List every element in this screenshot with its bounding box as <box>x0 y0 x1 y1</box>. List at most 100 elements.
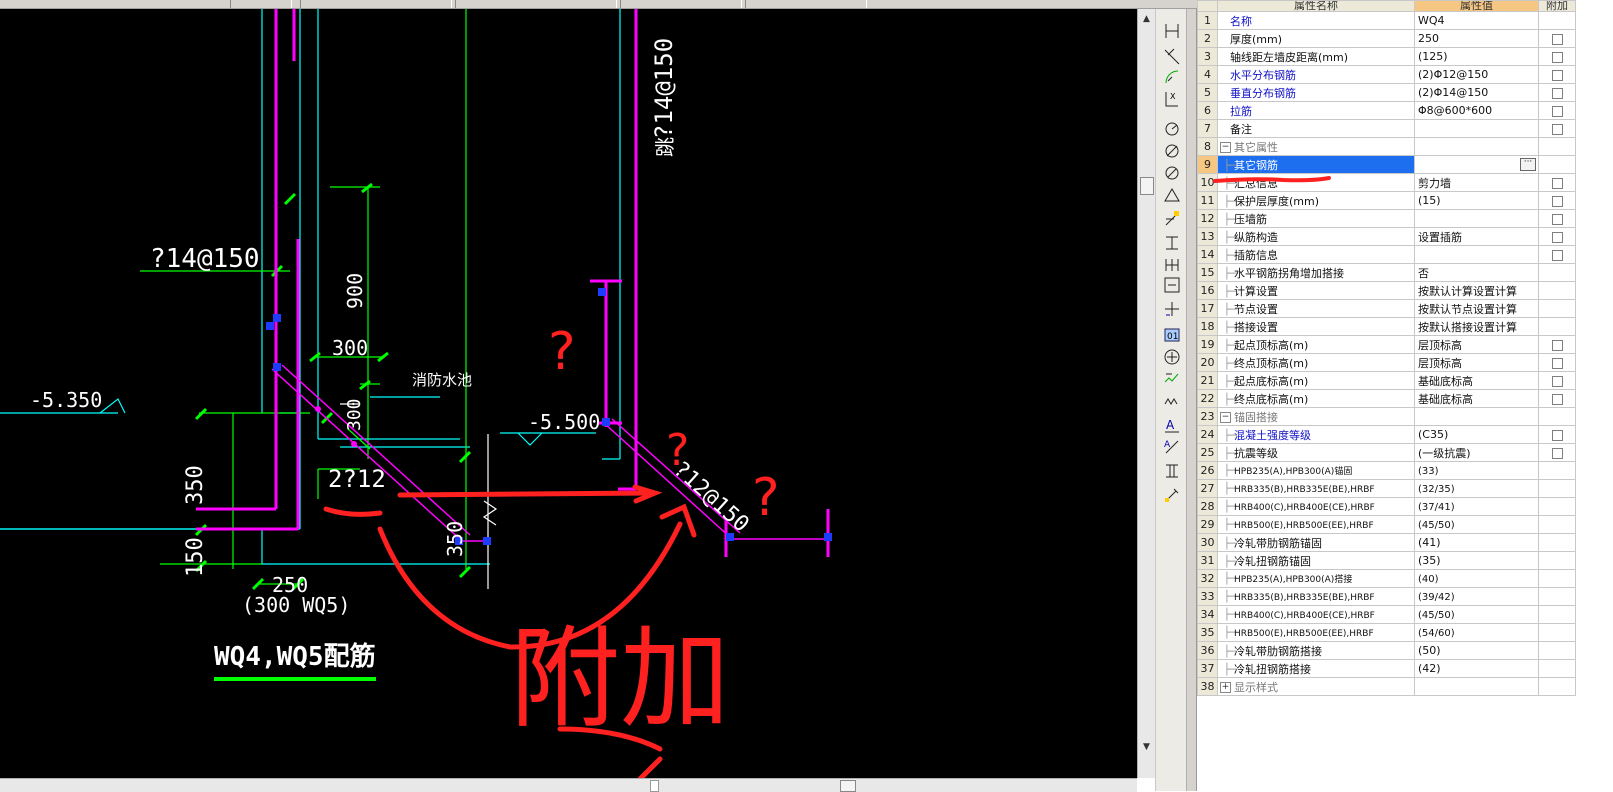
dim-baseline-icon[interactable] <box>1162 233 1182 253</box>
attach-checkbox[interactable] <box>1551 33 1563 45</box>
property-name-cell[interactable]: 水平分布钢筋 <box>1217 65 1415 84</box>
property-name-cell[interactable]: ├─混凝土强度等级 <box>1217 425 1415 444</box>
property-value-cell[interactable]: (2)Φ12@150 <box>1414 65 1539 84</box>
property-row[interactable]: 17 ├─节点设置 按默认节点设置计算 <box>1197 299 1576 318</box>
attach-checkbox[interactable] <box>1551 357 1563 369</box>
attach-cell[interactable] <box>1538 29 1576 48</box>
attach-checkbox[interactable] <box>1551 87 1563 99</box>
center-mark-icon[interactable]: 01 <box>1162 325 1182 345</box>
property-row[interactable]: 1 名称 WQ4 <box>1197 11 1576 30</box>
attach-cell[interactable] <box>1538 227 1576 246</box>
property-row[interactable]: 28 ├─HRB400(C),HRB400E(CE),HRBF (37/41) <box>1197 497 1576 516</box>
dim-angle-icon[interactable] <box>1162 163 1182 183</box>
attach-cell[interactable] <box>1538 587 1576 606</box>
property-row[interactable]: 11 ├─保护层厚度(mm) (15) <box>1197 191 1576 210</box>
dim-linear-icon[interactable] <box>1162 21 1182 41</box>
property-row[interactable]: 3 轴线距左墙皮距离(mm) (125) <box>1197 47 1576 66</box>
dim-radius-icon[interactable] <box>1162 119 1182 139</box>
property-value-cell[interactable]: ··· <box>1414 155 1539 174</box>
attach-cell[interactable] <box>1538 191 1576 210</box>
dim-text-edit-icon[interactable] <box>1162 369 1182 389</box>
property-value-cell[interactable]: 否 <box>1414 263 1539 282</box>
attach-cell[interactable] <box>1538 425 1576 444</box>
property-row[interactable]: 13 ├─纵筋构造 设置插筋 <box>1197 227 1576 246</box>
property-value-cell[interactable]: (2)Φ14@150 <box>1414 83 1539 102</box>
header-property-name[interactable]: 属性名称 <box>1217 0 1415 12</box>
property-row[interactable]: 20 ├─终点顶标高(m) 层顶标高 <box>1197 353 1576 372</box>
property-name-cell[interactable]: 拉筋 <box>1217 101 1415 120</box>
property-value-cell[interactable] <box>1414 677 1539 696</box>
attach-checkbox[interactable] <box>1551 231 1563 243</box>
property-name-cell[interactable]: ├─保护层厚度(mm) <box>1217 191 1415 210</box>
property-row[interactable]: 5 垂直分布钢筋 (2)Φ14@150 <box>1197 83 1576 102</box>
attach-checkbox[interactable] <box>1551 447 1563 459</box>
attach-cell[interactable] <box>1538 335 1576 354</box>
panel-splitter[interactable] <box>1187 9 1197 791</box>
attach-cell[interactable] <box>1538 677 1576 696</box>
header-extra[interactable]: 附加 <box>1538 0 1576 12</box>
attach-cell[interactable] <box>1538 281 1576 300</box>
attach-checkbox[interactable] <box>1551 123 1563 135</box>
property-value-cell[interactable]: (32/35) <box>1414 479 1539 498</box>
property-value-cell[interactable]: (41) <box>1414 533 1539 552</box>
property-row[interactable]: 15 ├─水平钢筋拐角增加搭接否 <box>1197 263 1576 282</box>
property-row[interactable]: 21 ├─起点底标高(m) 基础底标高 <box>1197 371 1576 390</box>
attach-cell[interactable] <box>1538 209 1576 228</box>
property-name-cell[interactable]: ├─起点顶标高(m) <box>1217 335 1415 354</box>
tolerance-icon[interactable] <box>1162 299 1182 319</box>
attach-cell[interactable] <box>1538 11 1576 30</box>
property-value-cell[interactable]: 按默认节点设置计算 <box>1414 299 1539 318</box>
toolbar-combo-3[interactable] <box>455 0 617 8</box>
attach-checkbox[interactable] <box>1551 375 1563 387</box>
attach-cell[interactable] <box>1538 299 1576 318</box>
collapse-icon[interactable]: − <box>1220 412 1231 423</box>
attach-cell[interactable] <box>1538 551 1576 570</box>
attach-cell[interactable] <box>1538 569 1576 588</box>
property-row[interactable]: 14 ├─插筋信息 <box>1197 245 1576 264</box>
property-name-cell[interactable]: ├─冷轧带肋钢筋搭接 <box>1217 641 1415 660</box>
property-name-cell[interactable]: ├─HRB400(C),HRB400E(CE),HRBF <box>1217 497 1415 516</box>
property-name-cell[interactable]: ├─搭接设置 <box>1217 317 1415 336</box>
attach-cell[interactable] <box>1538 245 1576 264</box>
attach-checkbox[interactable] <box>1551 51 1563 63</box>
dim-reassoc-icon[interactable] <box>1162 461 1182 481</box>
property-name-cell[interactable]: + 显示样式 <box>1217 677 1415 696</box>
property-value-cell[interactable]: 设置插筋 <box>1414 227 1539 246</box>
property-value-cell[interactable] <box>1414 209 1539 228</box>
dim-ordinate-icon[interactable]: X <box>1162 89 1182 109</box>
property-value-cell[interactable]: (45/50) <box>1414 515 1539 534</box>
property-name-cell[interactable]: − 锚固搭接 <box>1217 407 1415 426</box>
attach-cell[interactable] <box>1538 533 1576 552</box>
collapse-icon[interactable]: − <box>1220 142 1231 153</box>
property-value-cell[interactable]: 按默认计算设置计算 <box>1414 281 1539 300</box>
dim-style-icon[interactable]: A <box>1162 415 1182 435</box>
property-value-cell[interactable]: (40) <box>1414 569 1539 588</box>
toolbar-combo-5[interactable] <box>745 0 867 8</box>
property-name-cell[interactable]: ├─HRB500(E),HRB500E(EE),HRBF <box>1217 515 1415 534</box>
attach-cell[interactable] <box>1538 371 1576 390</box>
property-name-cell[interactable]: ├─HRB400(C),HRB400E(CE),HRBF <box>1217 605 1415 624</box>
property-row[interactable]: 25 ├─抗震等级 (一级抗震) <box>1197 443 1576 462</box>
dim-override-icon[interactable]: A <box>1162 437 1182 457</box>
property-name-cell[interactable]: ├─HRB500(E),HRB500E(EE),HRBF <box>1217 623 1415 642</box>
leader-icon[interactable] <box>1162 275 1182 295</box>
header-property-value[interactable]: 属性值 <box>1414 0 1539 12</box>
dim-continue-icon[interactable] <box>1162 255 1182 275</box>
attach-cell[interactable] <box>1538 497 1576 516</box>
dim-diameter-icon[interactable] <box>1162 141 1182 161</box>
dim-aligned-icon[interactable] <box>1162 47 1182 67</box>
property-value-cell[interactable]: 剪力墙 <box>1414 173 1539 192</box>
attach-cell[interactable] <box>1538 461 1576 480</box>
property-name-cell[interactable]: ├─HRB335(B),HRB335E(BE),HRBF <box>1217 479 1415 498</box>
attach-checkbox[interactable] <box>1551 177 1563 189</box>
property-value-cell[interactable]: (15) <box>1414 191 1539 210</box>
property-name-cell[interactable]: ├─抗震等级 <box>1217 443 1415 462</box>
property-row[interactable]: 22 ├─终点底标高(m) 基础底标高 <box>1197 389 1576 408</box>
toolbar-combo-4[interactable] <box>620 0 742 8</box>
property-name-cell[interactable]: 厚度(mm) <box>1217 29 1415 48</box>
property-row[interactable]: 35 ├─HRB500(E),HRB500E(EE),HRBF (54/60) <box>1197 623 1576 642</box>
attach-checkbox[interactable] <box>1551 393 1563 405</box>
attach-checkbox[interactable] <box>1551 213 1563 225</box>
property-value-cell[interactable]: 基础底标高 <box>1414 371 1539 390</box>
property-value-cell[interactable] <box>1414 119 1539 138</box>
